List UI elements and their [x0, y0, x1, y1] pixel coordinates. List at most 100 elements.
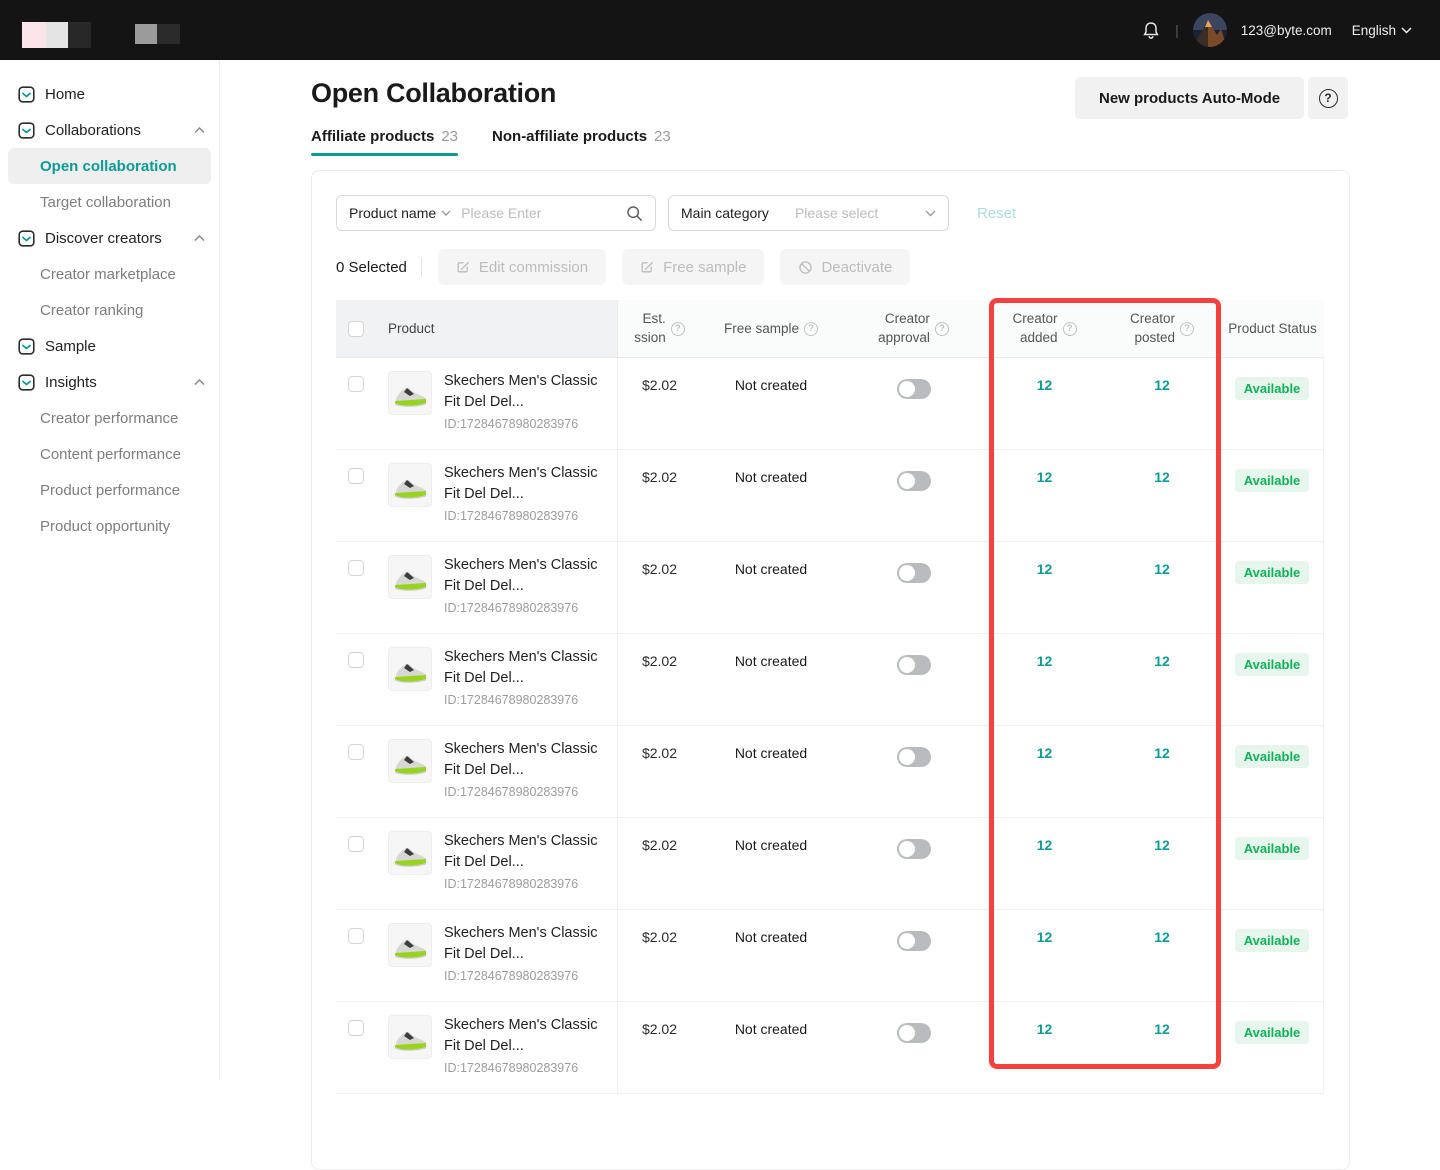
product-image — [388, 831, 432, 875]
product-image — [388, 1015, 432, 1059]
product-name[interactable]: Skechers Men's Classic Fit Del Del... — [444, 463, 597, 504]
table-row: Skechers Men's Classic Fit Del Del... ID… — [336, 910, 1324, 1002]
help-icon[interactable]: ? — [671, 322, 685, 336]
row-checkbox[interactable] — [348, 836, 364, 852]
table-row: Skechers Men's Classic Fit Del Del... ID… — [336, 358, 1324, 450]
bulk-action-bar: 0 Selected Edit commission Free sample D… — [336, 249, 926, 285]
avatar[interactable] — [1193, 13, 1227, 47]
product-name[interactable]: Skechers Men's Classic Fit Del Del... — [444, 647, 597, 688]
creator-posted-link[interactable]: 12 — [1154, 377, 1170, 393]
table-row: Skechers Men's Classic Fit Del Del... ID… — [336, 1002, 1324, 1094]
creator-posted-link[interactable]: 12 — [1154, 745, 1170, 761]
toggle-knob — [899, 473, 915, 489]
logo-redaction-block — [135, 24, 157, 44]
creator-added-link[interactable]: 12 — [1037, 653, 1053, 669]
row-checkbox[interactable] — [348, 560, 364, 576]
sidebar-item-insights[interactable]: Insights — [0, 364, 219, 400]
creator-posted-link[interactable]: 12 — [1154, 469, 1170, 485]
creator-posted-link[interactable]: 12 — [1154, 929, 1170, 945]
row-checkbox[interactable] — [348, 376, 364, 392]
creator-added-link[interactable]: 12 — [1037, 561, 1053, 577]
sidebar-item-discover-creators[interactable]: Discover creators — [0, 220, 219, 256]
creator-posted-link[interactable]: 12 — [1154, 1021, 1170, 1037]
creator-posted-link[interactable]: 12 — [1154, 653, 1170, 669]
notification-bell-icon[interactable] — [1141, 20, 1161, 40]
product-id: ID:17284678980283976 — [444, 969, 597, 983]
sidebar-item-target-collaboration[interactable]: Target collaboration — [0, 184, 219, 220]
creator-approval-toggle[interactable] — [897, 655, 931, 675]
toggle-knob — [899, 381, 915, 397]
product-id: ID:17284678980283976 — [444, 693, 597, 707]
product-name-filter[interactable]: Product name — [336, 195, 656, 231]
sidebar-item-product-opportunity[interactable]: Product opportunity — [0, 508, 219, 544]
creator-approval-toggle[interactable] — [897, 747, 931, 767]
search-icon[interactable] — [626, 205, 643, 222]
product-name[interactable]: Skechers Men's Classic Fit Del Del... — [444, 739, 597, 780]
row-checkbox[interactable] — [348, 652, 364, 668]
product-id: ID:17284678980283976 — [444, 417, 597, 431]
creator-approval-toggle[interactable] — [897, 931, 931, 951]
product-image — [388, 371, 432, 415]
product-name[interactable]: Skechers Men's Classic Fit Del Del... — [444, 371, 597, 412]
chevron-down-icon — [1401, 27, 1412, 34]
creator-approval-toggle[interactable] — [897, 379, 931, 399]
language-selector[interactable]: English — [1352, 23, 1412, 38]
sidebar-item-collaborations[interactable]: Collaborations — [0, 112, 219, 148]
tab-bar: Affiliate products 23 Non-affiliate prod… — [311, 128, 671, 156]
page-help-button[interactable]: ? — [1308, 77, 1348, 119]
creator-added-link[interactable]: 12 — [1037, 745, 1053, 761]
edit-commission-button[interactable]: Edit commission — [438, 249, 606, 285]
creator-posted-link[interactable]: 12 — [1154, 837, 1170, 853]
product-name[interactable]: Skechers Men's Classic Fit Del Del... — [444, 923, 597, 964]
select-all-checkbox[interactable] — [348, 321, 364, 337]
chevron-up-icon — [194, 127, 205, 134]
status-badge: Available — [1235, 1021, 1310, 1044]
creator-approval-toggle[interactable] — [897, 563, 931, 583]
product-name-filter-label[interactable]: Product name — [349, 205, 451, 221]
creator-posted-link[interactable]: 12 — [1154, 561, 1170, 577]
product-name-search-input[interactable] — [461, 205, 626, 221]
sidebar-item-creator-performance[interactable]: Creator performance — [0, 400, 219, 436]
creator-added-link[interactable]: 12 — [1037, 469, 1053, 485]
sidebar-item-sample[interactable]: Sample — [0, 328, 219, 364]
tab-non-affiliate-products[interactable]: Non-affiliate products 23 — [492, 128, 671, 156]
toggle-knob — [899, 749, 915, 765]
sidebar-item-open-collaboration[interactable]: Open collaboration — [8, 148, 211, 184]
est-commission-value: $2.02 — [617, 1002, 701, 1093]
deactivate-icon — [798, 260, 813, 275]
column-header-product-status: Product Status — [1221, 300, 1324, 357]
reset-filters-link[interactable]: Reset — [977, 205, 1016, 222]
row-checkbox[interactable] — [348, 928, 364, 944]
creator-added-link[interactable]: 12 — [1037, 1021, 1053, 1037]
creator-added-link[interactable]: 12 — [1037, 929, 1053, 945]
sidebar-item-home[interactable]: Home — [0, 76, 219, 112]
tab-affiliate-products[interactable]: Affiliate products 23 — [311, 128, 458, 156]
new-products-auto-mode-button[interactable]: New products Auto-Mode — [1075, 77, 1304, 119]
free-sample-button[interactable]: Free sample — [622, 249, 764, 285]
creator-approval-toggle[interactable] — [897, 471, 931, 491]
action-divider — [421, 257, 422, 277]
sidebar-item-creator-marketplace[interactable]: Creator marketplace — [0, 256, 219, 292]
deactivate-button[interactable]: Deactivate — [780, 249, 910, 285]
product-name[interactable]: Skechers Men's Classic Fit Del Del... — [444, 555, 597, 596]
product-name[interactable]: Skechers Men's Classic Fit Del Del... — [444, 1015, 597, 1056]
row-checkbox[interactable] — [348, 468, 364, 484]
account-email[interactable]: 123@byte.com — [1241, 23, 1332, 38]
row-checkbox[interactable] — [348, 1020, 364, 1036]
sidebar-item-creator-ranking[interactable]: Creator ranking — [0, 292, 219, 328]
help-icon[interactable]: ? — [935, 322, 949, 336]
help-icon[interactable]: ? — [804, 322, 818, 336]
product-name[interactable]: Skechers Men's Classic Fit Del Del... — [444, 831, 597, 872]
creator-approval-toggle[interactable] — [897, 1023, 931, 1043]
help-icon[interactable]: ? — [1180, 322, 1194, 336]
row-checkbox[interactable] — [348, 744, 364, 760]
creator-added-link[interactable]: 12 — [1037, 377, 1053, 393]
help-icon[interactable]: ? — [1063, 322, 1077, 336]
main-category-filter[interactable]: Main category Please select — [668, 195, 949, 231]
sidebar-item-product-performance[interactable]: Product performance — [0, 472, 219, 508]
creator-approval-toggle[interactable] — [897, 839, 931, 859]
free-sample-value: Not created — [701, 634, 841, 725]
creator-added-link[interactable]: 12 — [1037, 837, 1053, 853]
sidebar-item-content-performance[interactable]: Content performance — [0, 436, 219, 472]
product-id: ID:17284678980283976 — [444, 785, 597, 799]
